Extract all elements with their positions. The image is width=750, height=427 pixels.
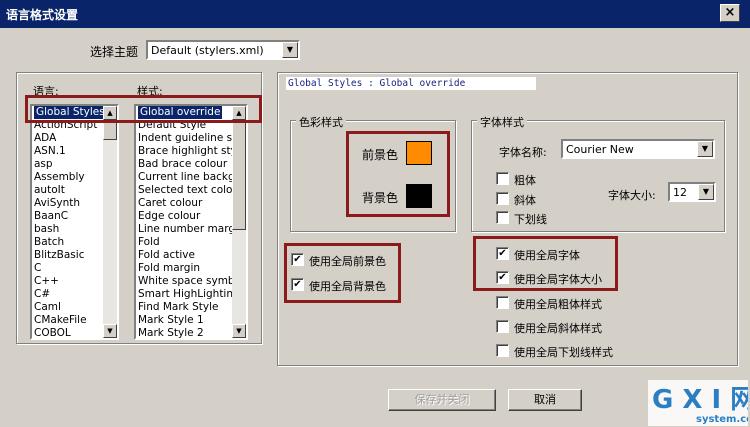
language-list-item[interactable]: C: [34, 262, 41, 275]
style-list-item[interactable]: Mark Style 1: [138, 314, 204, 327]
font-size-value: 12: [673, 186, 687, 199]
style-list-item[interactable]: Global override: [138, 106, 223, 119]
chevron-down-icon[interactable]: ▼: [282, 42, 298, 58]
underline-checkbox[interactable]: [496, 211, 509, 224]
use-global-underline-label: 使用全局下划线样式: [514, 346, 613, 359]
font-style-title: 字体样式: [477, 114, 527, 130]
use-global-bg-checkbox[interactable]: ✔: [291, 278, 304, 291]
use-global-bold-label: 使用全局粗体样式: [514, 298, 602, 311]
language-list-item[interactable]: C++: [34, 275, 59, 288]
language-list-item[interactable]: asp: [34, 158, 53, 171]
close-button[interactable]: ×: [720, 4, 740, 22]
watermark-icon: G X I 网 system.com: [648, 380, 750, 426]
style-list-item[interactable]: White space symbo: [138, 275, 241, 288]
scroll-up-icon[interactable]: ▲: [232, 106, 246, 120]
save-close-button[interactable]: 保存并关闭: [388, 389, 496, 411]
title-bar: 语言格式设置 ×: [0, 0, 750, 28]
use-global-font-label: 使用全局字体: [514, 249, 580, 262]
language-list-item[interactable]: ASN.1: [34, 145, 66, 158]
use-global-fg-label: 使用全局前景色: [309, 255, 386, 268]
language-list-item[interactable]: BaanC: [34, 210, 68, 223]
color-style-title: 色彩样式: [296, 114, 346, 130]
chevron-down-icon[interactable]: ▼: [697, 141, 713, 157]
theme-select[interactable]: Default (stylers.xml) ▼: [146, 40, 300, 60]
language-list-item[interactable]: CMakeFile: [34, 314, 87, 327]
language-list-item[interactable]: bash: [34, 223, 59, 236]
use-global-font-size-label: 使用全局字体大小: [514, 273, 602, 286]
use-global-italic-checkbox[interactable]: [496, 320, 509, 333]
style-list-item[interactable]: Selected text colour: [138, 184, 243, 197]
chevron-down-icon[interactable]: ▼: [698, 184, 714, 200]
font-style-group: [471, 120, 725, 232]
language-list-item[interactable]: ActionScript: [34, 119, 97, 132]
watermark-logo: G X I 网 system.com: [648, 380, 750, 426]
style-preview: Global Styles : Global override: [286, 77, 536, 90]
style-list-item[interactable]: Edge colour: [138, 210, 200, 223]
style-list-item[interactable]: Caret colour: [138, 197, 202, 210]
foreground-color-label: 前景色: [362, 148, 399, 162]
language-label: 语言:: [33, 85, 59, 98]
italic-checkbox[interactable]: [496, 192, 509, 205]
style-list-item[interactable]: Current line backgro: [138, 171, 245, 184]
background-color-swatch[interactable]: [406, 184, 432, 208]
scroll-down-icon[interactable]: ▼: [103, 324, 117, 338]
use-global-bg-label: 使用全局背景色: [309, 280, 386, 293]
font-name-value: Courier New: [566, 143, 634, 156]
font-size-select[interactable]: 12 ▼: [668, 182, 716, 202]
use-global-fg-checkbox[interactable]: ✔: [291, 253, 304, 266]
language-list-item[interactable]: Batch: [34, 236, 64, 249]
color-style-group: [290, 120, 456, 232]
style-list-item[interactable]: Brace highlight style: [138, 145, 246, 158]
language-list-item[interactable]: Caml: [34, 301, 61, 314]
window-title: 语言格式设置: [6, 8, 79, 22]
use-global-font-size-checkbox[interactable]: ✔: [496, 271, 509, 284]
font-name-select[interactable]: Courier New ▼: [561, 139, 715, 159]
font-size-label: 字体大小:: [608, 189, 656, 202]
language-list-item[interactable]: BlitzBasic: [34, 249, 84, 262]
language-list-item[interactable]: autoIt: [34, 184, 65, 197]
theme-select-value: Default (stylers.xml): [151, 44, 264, 57]
italic-label: 斜体: [514, 194, 536, 207]
foreground-color-swatch[interactable]: [406, 141, 432, 165]
bold-checkbox[interactable]: [496, 172, 509, 185]
use-global-underline-checkbox[interactable]: [496, 344, 509, 357]
style-list-item[interactable]: Smart HighLighting: [138, 288, 240, 301]
language-list-item[interactable]: AviSynth: [34, 197, 80, 210]
style-list-item[interactable]: Fold: [138, 236, 160, 249]
language-list-item[interactable]: C#: [34, 288, 50, 301]
language-list-scrollbar[interactable]: ▲ ▼: [103, 106, 117, 338]
style-list-item[interactable]: Find Mark Style: [138, 301, 218, 314]
style-list-item[interactable]: Indent guideline sty: [138, 132, 242, 145]
style-list[interactable]: Global override Default Style Indent guide…: [134, 104, 248, 340]
watermark-logo-text: G X I 网: [652, 385, 748, 415]
use-global-italic-label: 使用全局斜体样式: [514, 322, 602, 335]
style-list-item[interactable]: Line number margin: [138, 223, 245, 236]
theme-label: 选择主题: [90, 45, 139, 59]
style-list-item[interactable]: Mark Style 2: [138, 327, 204, 338]
language-list[interactable]: Global Styles ActionScript ADA ASN.1 asp Asse…: [30, 104, 119, 340]
underline-label: 下划线: [514, 213, 547, 226]
cancel-button[interactable]: 取消: [508, 389, 582, 411]
scroll-up-icon[interactable]: ▲: [103, 106, 117, 120]
language-list-item[interactable]: Global Styles: [34, 106, 107, 119]
scroll-down-icon[interactable]: ▼: [232, 324, 246, 338]
language-list-item[interactable]: Assembly: [34, 171, 85, 184]
scroll-thumb[interactable]: [232, 120, 246, 230]
style-list-item[interactable]: Bad brace colour: [138, 158, 227, 171]
font-name-label: 字体名称:: [499, 146, 547, 159]
background-color-label: 背景色: [362, 191, 399, 205]
style-label: 样式:: [137, 85, 163, 98]
style-list-item[interactable]: Default Style: [138, 119, 206, 132]
bold-label: 粗体: [514, 174, 536, 187]
style-list-item[interactable]: Fold active: [138, 249, 195, 262]
style-list-item[interactable]: Fold margin: [138, 262, 200, 275]
style-list-scrollbar[interactable]: ▲ ▼: [232, 106, 246, 338]
scroll-thumb[interactable]: [103, 120, 117, 140]
use-global-bold-checkbox[interactable]: [496, 296, 509, 309]
language-list-item[interactable]: COBOL: [34, 327, 71, 338]
use-global-font-checkbox[interactable]: ✔: [496, 247, 509, 260]
language-list-item[interactable]: ADA: [34, 132, 56, 145]
watermark-site-text: system.com: [696, 414, 748, 425]
